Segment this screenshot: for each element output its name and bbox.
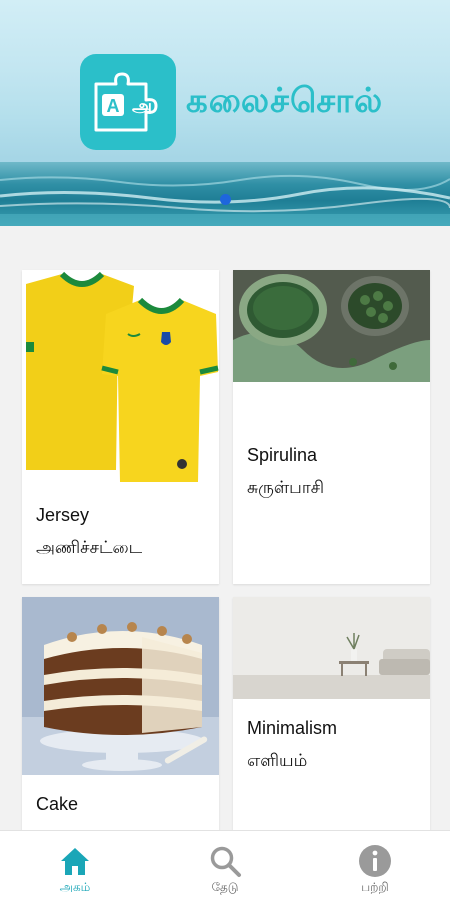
nav-about-label: பற்றி: [361, 880, 389, 894]
card-tamil-word: சுருள்பாசி: [247, 478, 325, 498]
puzzle-logo-icon: A அ: [94, 72, 158, 132]
nav-about[interactable]: பற்றி: [300, 831, 450, 900]
bottom-navigation: அகம் தேடு பற்றி: [0, 830, 450, 900]
card-english-word: Minimalism: [247, 718, 337, 738]
home-icon: [61, 848, 89, 875]
app-logo: A அ: [80, 54, 176, 150]
card-tamil-word: அணிச்சட்டை: [36, 538, 143, 558]
nav-search-label: தேடு: [211, 880, 239, 894]
spirulina-image: [233, 270, 430, 382]
word-grid: Jersey அணிச்சட்டை Spirulina சுருள்பாசி C…: [0, 226, 450, 830]
app-title: கலைச்சொல்: [186, 81, 384, 121]
word-card-cake[interactable]: Cake: [22, 597, 219, 830]
word-card-minimalism[interactable]: Minimalism எளியம்: [233, 597, 430, 830]
card-english-word: Jersey: [36, 505, 90, 525]
svg-text:A: A: [107, 96, 120, 116]
nav-home[interactable]: அகம்: [0, 831, 150, 900]
card-english-word: Spirulina: [247, 445, 318, 465]
hero-banner[interactable]: A அ கலைச்சொல்: [0, 0, 450, 226]
search-icon: [210, 846, 241, 877]
svg-text:அ: அ: [132, 96, 152, 117]
card-english-word: Cake: [36, 794, 79, 814]
word-card-jersey[interactable]: Jersey அணிச்சட்டை: [22, 270, 219, 584]
card-tamil-word: எளியம்: [247, 751, 308, 771]
word-card-spirulina[interactable]: Spirulina சுருள்பாசி: [233, 270, 430, 584]
cake-image: [22, 597, 219, 775]
info-icon: [359, 845, 391, 877]
minimalism-image: [233, 597, 430, 699]
jersey-image: [22, 270, 219, 500]
nav-search[interactable]: தேடு: [150, 831, 300, 900]
nav-home-label: அகம்: [59, 880, 91, 894]
carousel-indicator-dot[interactable]: [220, 194, 231, 205]
